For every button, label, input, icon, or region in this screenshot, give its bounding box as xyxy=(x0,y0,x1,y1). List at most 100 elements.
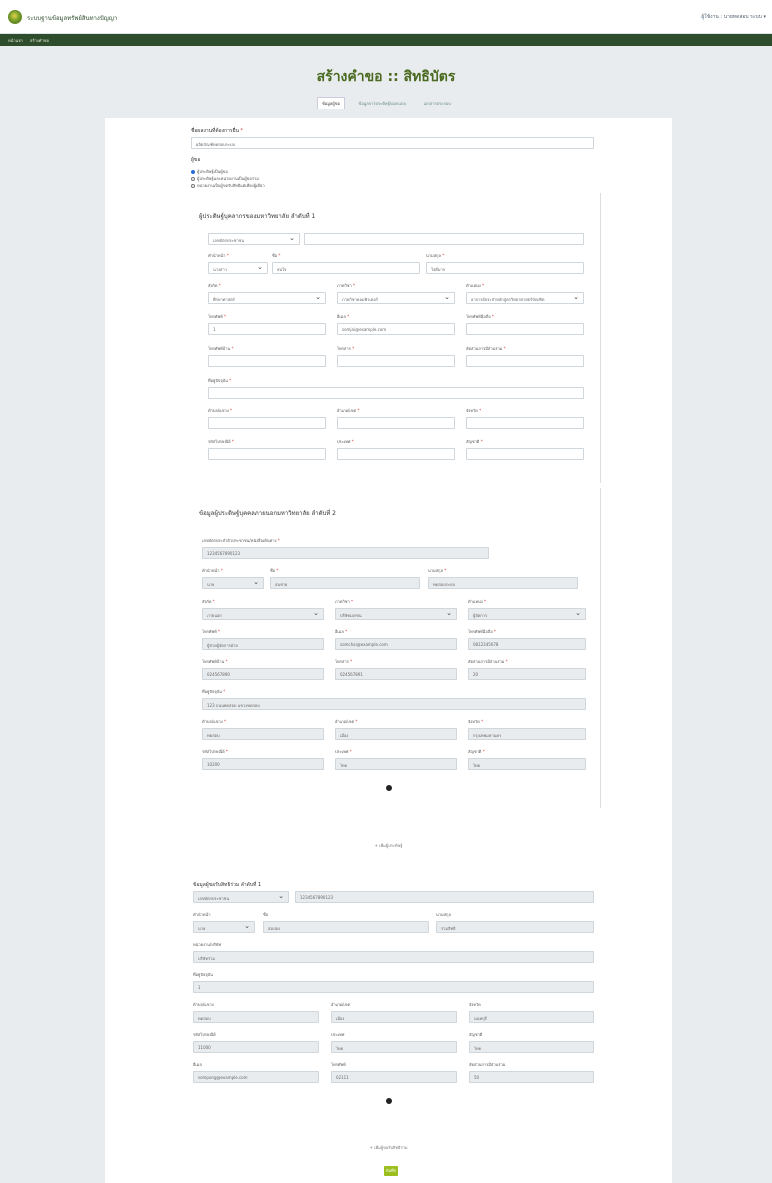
coapplicant-nationality-input[interactable]: ไทย xyxy=(469,1041,594,1053)
inventor1-postcode-input[interactable] xyxy=(208,448,326,460)
inventor2-firstname-input[interactable]: สมชาย xyxy=(270,577,420,589)
inventor2-lastname-input[interactable]: ทดสอบระบบ xyxy=(428,577,578,589)
inventor2-id-input[interactable]: 1234567890123 xyxy=(202,547,489,559)
inventor1-prefix-select[interactable]: นางสาว xyxy=(208,262,268,274)
inventor1-lastname-input[interactable]: ใจดีมาก xyxy=(426,262,584,274)
inventor1-email-label: อีเมล * xyxy=(337,314,350,319)
coapplicant-share-input[interactable]: 50 xyxy=(469,1071,594,1083)
inventor2-subdistrict-label: ตำบล/แขวง * xyxy=(202,719,226,724)
inventor2-faculty-select[interactable]: ภายนอก xyxy=(202,608,324,620)
inventor1-fax-input[interactable] xyxy=(337,355,455,367)
inventor1-district-label: อำเภอ/เขต * xyxy=(337,408,360,413)
coapplicant-share-label: สัดส่วนการมีส่วนร่วม xyxy=(469,1062,506,1067)
remove-coapplicant-dot[interactable] xyxy=(386,1098,392,1104)
inventor1-dept-select[interactable]: ภาควิชาคอมพิวเตอร์ xyxy=(337,292,455,304)
coapplicant-address-input[interactable]: 1 xyxy=(193,981,594,993)
coapplicant-prefix-select[interactable]: นาย xyxy=(193,921,255,933)
request-name-input[interactable]: ผลิตภัณฑ์ทดสอบระบบ xyxy=(191,137,594,149)
radio-inventor[interactable]: ผู้ประดิษฐ์เป็นผู้ขอ xyxy=(191,168,228,175)
coapplicant-id-type-select[interactable]: เลขบัตรประชาชน xyxy=(193,891,289,903)
form-panel: ชื่อผลงานที่ต้องการยื่น * ผลิตภัณฑ์ทดสอบ… xyxy=(105,118,672,1183)
inventor1-mobile-label: โทรศัพท์มือถือ * xyxy=(466,314,494,319)
inventor2-subdistrict-input[interactable]: ทดสอบ xyxy=(202,728,324,740)
nav-item-home[interactable]: หน้าแรก xyxy=(8,37,23,44)
section-divider xyxy=(600,488,601,808)
inventor2-mobile-label: โทรศัพท์มือถือ * xyxy=(468,629,496,634)
inventor1-position-label: ตำแหน่ง * xyxy=(466,283,485,288)
coapplicant-org-input[interactable]: บริษัทร่วม xyxy=(193,951,594,963)
add-inventor-link[interactable]: + เพิ่มผู้ประดิษฐ์ xyxy=(105,842,672,849)
inventor2-phone-input[interactable]: ผู้ช่วยผู้จัดการฝ่าย xyxy=(202,638,324,650)
coapplicant-subdistrict-input[interactable]: ทดสอบ xyxy=(193,1011,319,1023)
inventor1-id-input[interactable] xyxy=(304,233,584,245)
inventor1-address-label: ที่อยู่ปัจจุบัน * xyxy=(208,378,232,383)
inventor1-position-select[interactable]: อาจารย์ประจำหลักสูตรวิทยาศาสตร์บัณฑิต xyxy=(466,292,584,304)
tab-documents[interactable]: เอกสารประกอบ xyxy=(420,98,455,109)
inventor2-dept-select[interactable]: บริษัทเอกชน xyxy=(335,608,457,620)
coapplicant-phone-input[interactable]: 02111 xyxy=(331,1071,457,1083)
inventor1-homephone-label: โทรศัพท์บ้าน * xyxy=(208,346,234,351)
inventor2-mobile-input[interactable]: 0812345678 xyxy=(468,638,586,650)
inventor1-faculty-select[interactable]: ศึกษาศาสตร์ xyxy=(208,292,326,304)
inventor2-fax-input[interactable]: 024567891 xyxy=(335,668,457,680)
inventor2-nationality-input[interactable]: ไทย xyxy=(468,758,586,770)
inventor2-firstname-label: ชื่อ * xyxy=(270,568,279,573)
inventor1-subdistrict-input[interactable] xyxy=(208,417,326,429)
inventor2-country-label: ประเทศ * xyxy=(335,749,352,754)
logo-icon xyxy=(8,10,22,24)
add-coapplicant-link[interactable]: + เพิ่มผู้ขอรับสิทธิร่วม xyxy=(105,1144,672,1151)
coapplicant-province-input[interactable]: นนทบุรี xyxy=(469,1011,594,1023)
inventor2-postcode-input[interactable]: 10200 xyxy=(202,758,324,770)
nav-item-create-request[interactable]: สร้างคำขอ xyxy=(30,37,49,44)
inventor2-prefix-select[interactable]: นาย xyxy=(202,577,264,589)
inventor2-share-input[interactable]: 20 xyxy=(468,668,586,680)
inventor1-phone-input[interactable]: 1 xyxy=(208,323,326,335)
inventor1-id-type-select[interactable]: เลขบัตรประชาชน xyxy=(208,233,300,245)
inventor2-district-input[interactable]: เมือง xyxy=(335,728,457,740)
inventor2-fax-label: โทรสาร * xyxy=(335,659,353,664)
remove-inventor-dot[interactable] xyxy=(386,785,392,791)
radio-inventor-and-agency[interactable]: ผู้ประดิษฐ์และหน่วยงานเป็นผู้ขอร่วม xyxy=(191,175,259,182)
inventor1-homephone-input[interactable] xyxy=(208,355,326,367)
inventor1-country-input[interactable] xyxy=(337,448,455,460)
inventor2-home-input[interactable]: 024567890 xyxy=(202,668,324,680)
inventor1-mobile-input[interactable] xyxy=(466,323,584,335)
coapplicant-country-input[interactable]: ไทย xyxy=(331,1041,457,1053)
inventor2-province-input[interactable]: กรุงเทพมหานคร xyxy=(468,728,586,740)
inventor2-district-label: อำเภอ/เขต * xyxy=(335,719,358,724)
tab-applicant[interactable]: ข้อมูลผู้ขอ xyxy=(317,97,345,109)
inventor1-province-input[interactable] xyxy=(466,417,584,429)
coapplicant-firstname-input[interactable]: สมปอง xyxy=(263,921,429,933)
tab-invention[interactable]: ข้อมูลการประดิษฐ์/ออกแบบ xyxy=(354,98,410,109)
coapplicant-lastname-input[interactable]: ร่วมสิทธิ xyxy=(436,921,594,933)
inventor2-email-input[interactable]: somchai@example.com xyxy=(335,638,457,650)
inventor2-lastname-label: นามสกุล * xyxy=(428,568,447,573)
page-title: สร้างคำขอ :: สิทธิบัตร xyxy=(316,69,456,85)
coapplicant-postcode-input[interactable]: 11000 xyxy=(193,1041,319,1053)
inventor2-position-select[interactable]: ผู้จัดการ xyxy=(468,608,586,620)
inventor1-province-label: จังหวัด * xyxy=(466,408,482,413)
inventor1-email-input[interactable]: somjai@example.com xyxy=(337,323,455,335)
inventor1-share-input[interactable] xyxy=(466,355,584,367)
inventor1-fax-label: โทรสาร * xyxy=(337,346,355,351)
inventor1-district-input[interactable] xyxy=(337,417,455,429)
coapplicant-id-input[interactable]: 1234567890123 xyxy=(295,891,594,903)
coapplicant-prefix-label: คำนำหน้า xyxy=(193,912,211,917)
inventor1-country-label: ประเทศ * xyxy=(337,439,354,444)
inventor1-nationality-label: สัญชาติ * xyxy=(466,439,483,444)
inventor1-nationality-input[interactable] xyxy=(466,448,584,460)
coapplicant-heading: ข้อมูลผู้ขอรับสิทธิร่วม ลำดับที่ 1 xyxy=(193,882,262,888)
inventor1-address-input[interactable] xyxy=(208,387,584,399)
inventor2-country-input[interactable]: ไทย xyxy=(335,758,457,770)
site-title[interactable]: ระบบฐานข้อมูลทรัพย์สินทางปัญญา xyxy=(27,13,117,23)
coapplicant-district-input[interactable]: เมือง xyxy=(331,1011,457,1023)
top-header: ระบบฐานข้อมูลทรัพย์สินทางปัญญา ผู้ใช้งาน… xyxy=(0,0,772,34)
save-button[interactable]: บันทึก xyxy=(384,1166,398,1176)
inventor1-firstname-input[interactable]: สมใจ xyxy=(272,262,420,274)
user-menu[interactable]: ผู้ใช้งาน : นายทดสอบ ระบบ ▾ xyxy=(701,13,766,21)
coapplicant-firstname-label: ชื่อ xyxy=(263,912,269,917)
radio-agency-only[interactable]: หน่วยงานเป็นผู้ขอรับสิทธิแต่เพียงผู้เดีย… xyxy=(191,182,265,189)
coapplicant-subdistrict-label: ตำบล/แขวง xyxy=(193,1002,214,1007)
inventor2-address-input[interactable]: 123 ถนนทดสอบ แขวงทดสอบ xyxy=(202,698,586,710)
coapplicant-email-input[interactable]: sompong@example.com xyxy=(193,1071,319,1083)
